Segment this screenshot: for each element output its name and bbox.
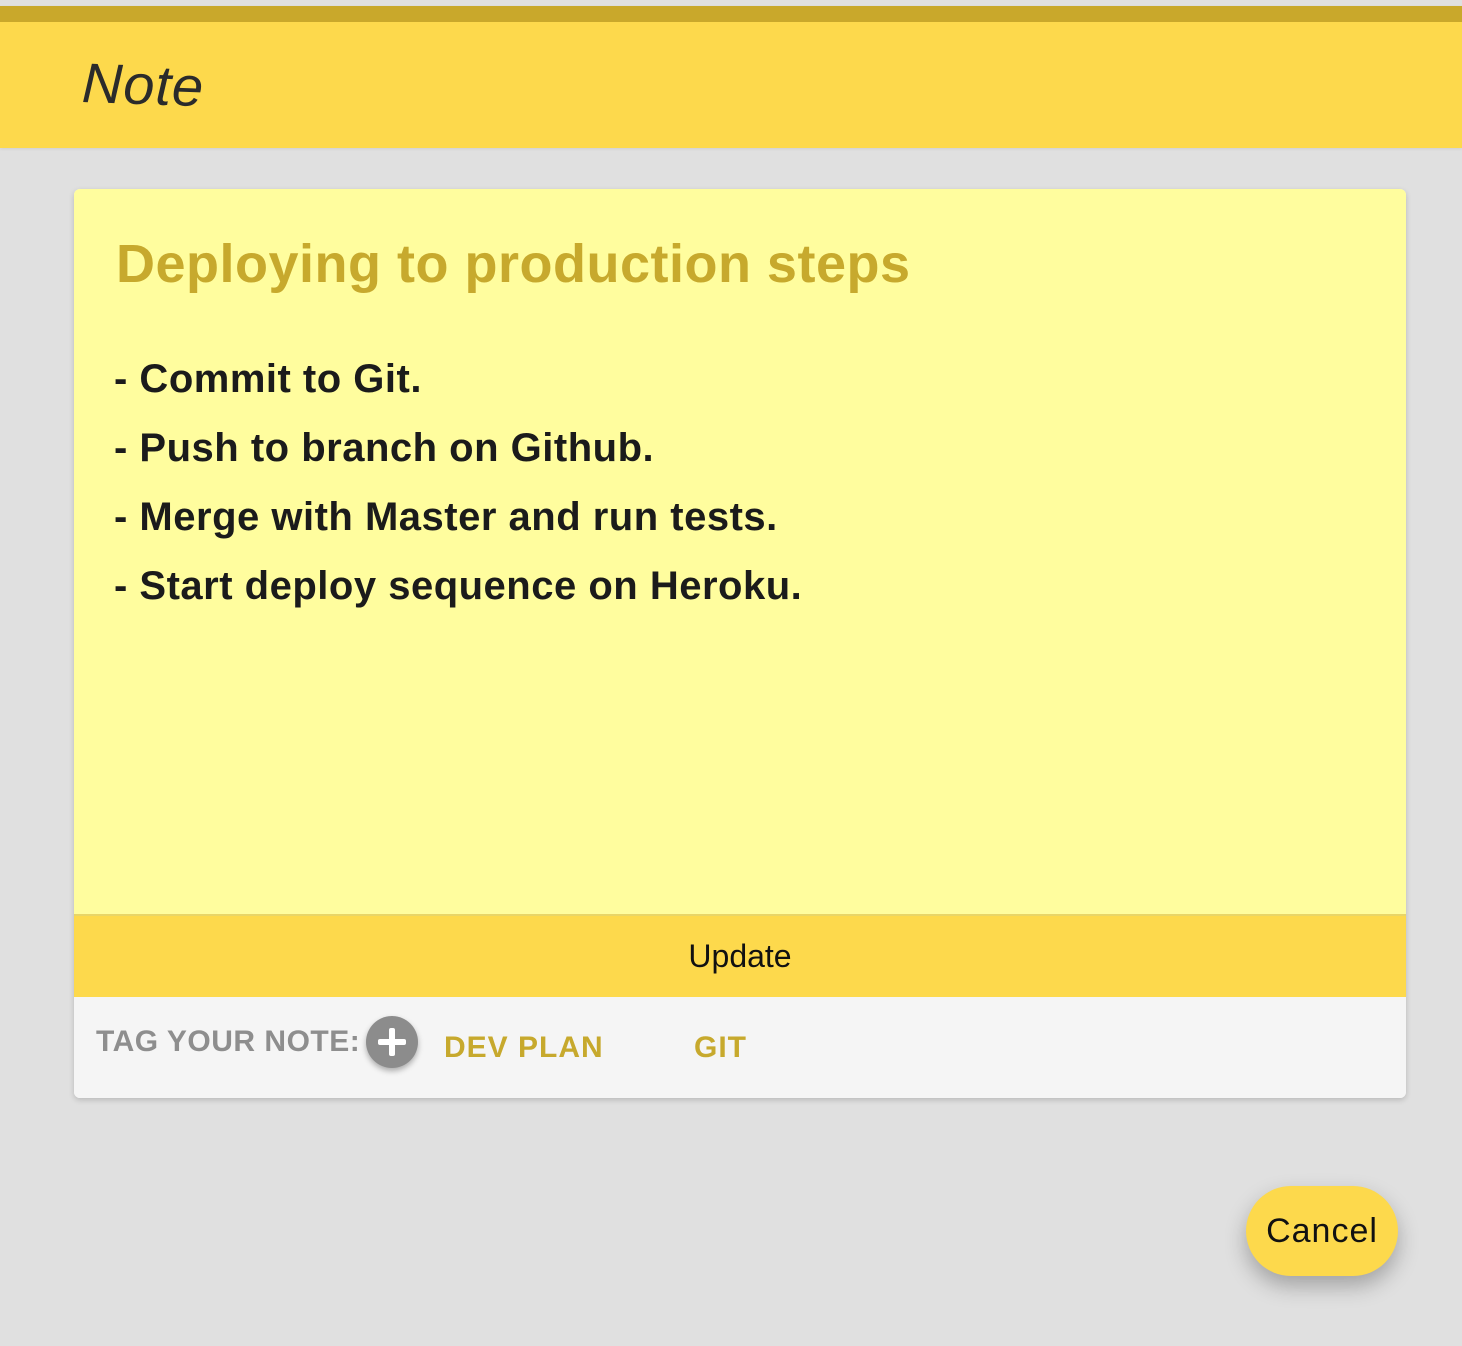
cancel-button[interactable]: Cancel — [1246, 1186, 1398, 1276]
note-body-line: - Commit to Git. — [114, 357, 422, 401]
add-tag-button[interactable] — [366, 1016, 418, 1068]
note-body-line: - Merge with Master and run tests. — [114, 495, 778, 539]
note-body-field[interactable]: - Commit to Git. - Push to branch on Git… — [74, 309, 1406, 914]
note-card: Deploying to production steps - Commit t… — [74, 189, 1406, 1098]
update-button[interactable]: Update — [74, 914, 1406, 997]
note-body-line: - Push to branch on Github. — [114, 426, 655, 470]
tag-chip-dev-plan[interactable]: DEV PLAN — [444, 1031, 604, 1065]
tag-label: TAG YOUR NOTE: — [96, 1025, 361, 1058]
tag-bar: TAG YOUR NOTE: DEV PLAN GIT — [74, 997, 1406, 1098]
app-bar: Note — [0, 6, 1462, 148]
note-title[interactable]: Deploying to production steps — [116, 233, 911, 295]
app-bar-top-strip — [0, 6, 1462, 22]
note-body-line: - Start deploy sequence on Heroku. — [114, 564, 803, 608]
tag-chip-git[interactable]: GIT — [694, 1031, 747, 1065]
note-title-field[interactable]: Deploying to production steps — [74, 189, 1406, 309]
app-title: Note — [80, 51, 206, 119]
